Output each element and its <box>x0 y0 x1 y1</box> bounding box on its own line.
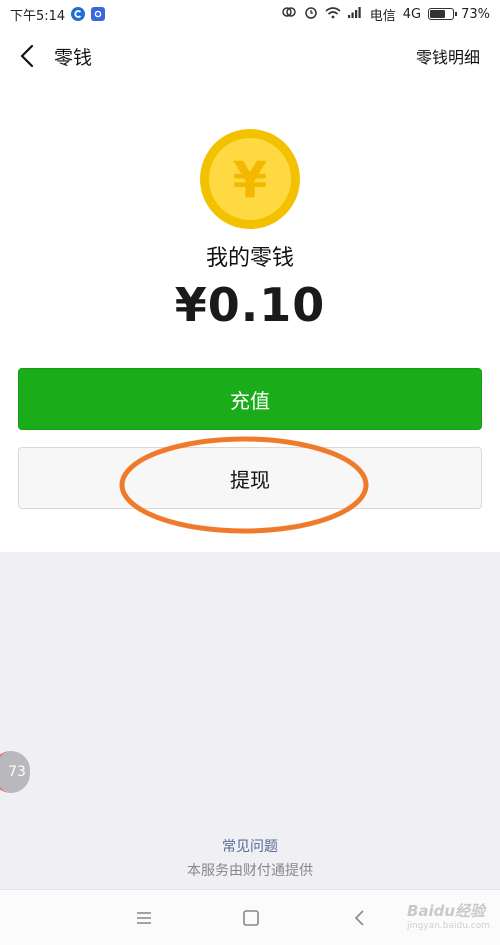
faq-link[interactable]: 常见问题 <box>0 836 500 856</box>
nav-bar: 零钱 零钱明细 <box>0 28 500 84</box>
provider-text: 本服务由财付通提供 <box>187 863 313 879</box>
battery-cap <box>455 12 458 16</box>
baidu-watermark: Baidu经验 jingyan.baidu.com <box>407 900 490 931</box>
floating-badge[interactable]: 73 <box>0 751 30 793</box>
status-bar: 下午5:14 电信 4G 73% <box>0 0 500 28</box>
home-icon[interactable] <box>240 907 262 929</box>
carrier-label: 电信 <box>369 8 396 24</box>
c-app-icon <box>71 7 86 21</box>
battery-fill <box>430 10 446 18</box>
coin-icon: ¥ <box>199 128 301 230</box>
change-details-link[interactable]: 零钱明细 <box>416 44 480 68</box>
wifi-icon <box>325 6 341 23</box>
recharge-button-label: 充值 <box>230 388 270 413</box>
coin-symbol: ¥ <box>233 151 268 209</box>
balance-amount: ¥0.10 <box>174 278 326 332</box>
withdraw-button-label: 提现 <box>230 467 270 492</box>
network-label: 4G <box>402 6 422 22</box>
alarm-icon <box>304 5 318 23</box>
page-title: 零钱 <box>54 46 93 69</box>
chevron-left-icon[interactable] <box>20 43 40 69</box>
menu-icon[interactable] <box>133 907 155 929</box>
status-time: 下午5:14 <box>10 8 66 24</box>
battery-icon <box>428 8 458 20</box>
back-icon[interactable] <box>349 907 371 929</box>
watermark-brand: Baidu经验 <box>406 902 486 920</box>
status-left: 下午5:14 <box>10 5 106 24</box>
signal-icon <box>347 6 363 22</box>
app-icon <box>91 7 106 21</box>
battery-percent: 73% <box>461 6 490 22</box>
balance-label: 我的零钱 <box>205 246 294 271</box>
status-right: 电信 4G 73% <box>281 5 490 24</box>
watermark-url: jingyan.baidu.com <box>406 921 490 931</box>
recharge-button[interactable]: 充值 <box>18 368 482 430</box>
sync-icon <box>281 5 297 23</box>
floating-badge-count: 73 <box>8 764 26 780</box>
withdraw-button[interactable]: 提现 <box>18 447 482 509</box>
